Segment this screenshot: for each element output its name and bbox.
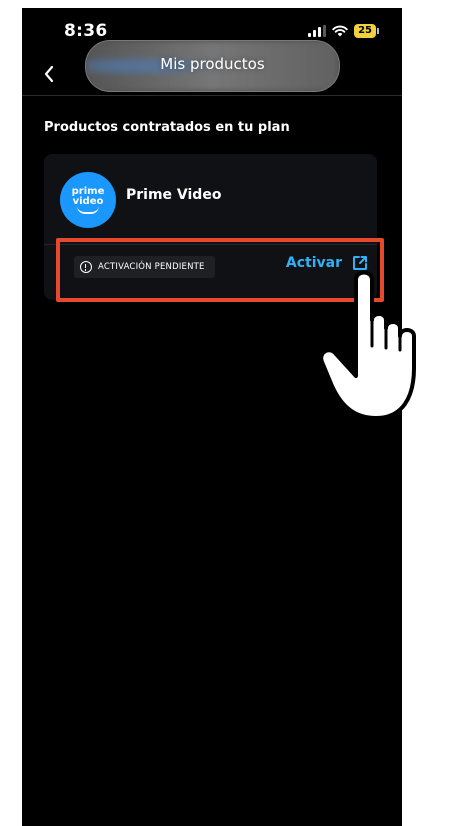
status-badge: ACTIVACIÓN PENDIENTE xyxy=(74,256,215,278)
hand-pointer-icon xyxy=(319,270,416,420)
alert-circle-icon xyxy=(80,261,92,273)
chevron-left-icon xyxy=(44,65,54,83)
product-name: Prime Video xyxy=(126,187,222,203)
page-title: Mis productos xyxy=(160,55,265,73)
status-badge-label: ACTIVACIÓN PENDIENTE xyxy=(98,262,205,272)
status-bar: 8:36 25 xyxy=(22,8,402,44)
header-pill: Mis productos xyxy=(85,40,340,92)
wifi-icon xyxy=(332,25,348,37)
battery-indicator: 25 xyxy=(354,24,379,38)
header-divider xyxy=(22,95,402,96)
smile-icon xyxy=(77,206,99,214)
back-button[interactable] xyxy=(38,62,62,86)
logo-text-line1: prime xyxy=(71,185,105,197)
signal-icon xyxy=(308,25,327,37)
status-time: 8:36 xyxy=(64,21,108,41)
status-icons: 25 xyxy=(308,23,379,39)
section-title: Productos contratados en tu plan xyxy=(44,120,290,135)
prime-video-logo: prime video xyxy=(60,172,116,228)
